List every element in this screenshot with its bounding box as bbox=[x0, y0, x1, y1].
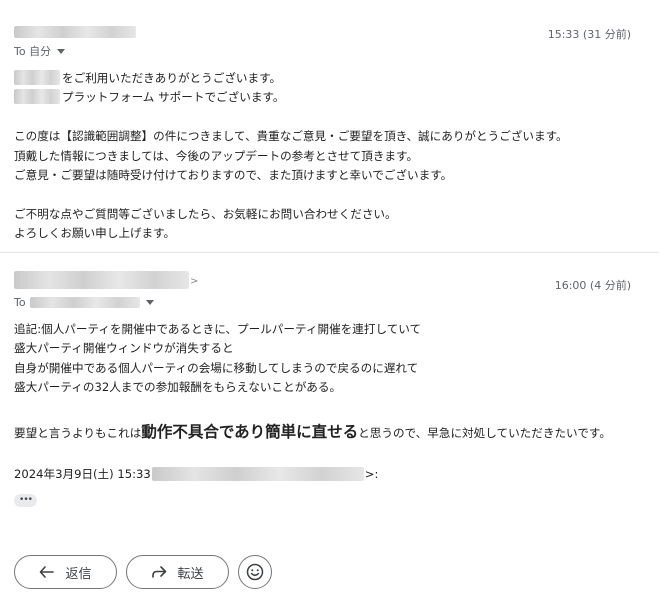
body-line: 頂戴した情報につきましては、今後のアップデートの参考とさせて頂きます。 bbox=[14, 148, 419, 163]
greeting-line: をご利用いただきありがとうございます。 bbox=[62, 71, 282, 85]
recipient-label: To bbox=[14, 296, 26, 309]
sender-email-arrow: > bbox=[190, 276, 199, 287]
redacted-text bbox=[14, 89, 60, 105]
quoted-suffix: >: bbox=[364, 467, 379, 481]
message-divider bbox=[0, 252, 659, 253]
message-1: 15:33 (31 分前) To 自分 をご利用いただきありがとうございます。 … bbox=[0, 0, 659, 252]
reply-button[interactable]: 返信 bbox=[14, 555, 117, 589]
body-line: ご不明な点やご質問等ございましたら、お気軽にお問い合わせください。 bbox=[14, 206, 397, 221]
message-1-body: をご利用いただきありがとうございます。 プラットフォーム サポートでございます。… bbox=[14, 69, 644, 244]
sender-name-redacted[interactable] bbox=[14, 271, 189, 289]
chevron-down-icon[interactable] bbox=[145, 300, 154, 305]
body-line: よろしくお願い申し上げます。 bbox=[14, 226, 176, 241]
recipient-toggle[interactable]: To bbox=[14, 296, 154, 309]
sender-name-redacted bbox=[14, 26, 136, 38]
quoted-sender-redacted bbox=[151, 467, 364, 481]
redacted-text bbox=[14, 70, 60, 85]
quoted-header: 2024年3月9日(土) 15:33 >: bbox=[14, 466, 378, 482]
recipient-redacted bbox=[29, 297, 140, 308]
emoji-icon bbox=[246, 563, 264, 581]
body-line: この度は【認識範囲調整】の件につきまして、貴重なご意見・ご要望を頂き、誠にありが… bbox=[14, 129, 568, 144]
emphasis-line: 要望と言うよりもこれは動作不具合であり簡単に直せると思うので、早急に対処していた… bbox=[14, 420, 611, 442]
body-line: 追記:個人パーティを開催中であるときに、プールパーティ開催を連打していて bbox=[14, 322, 422, 336]
chevron-down-icon[interactable] bbox=[57, 48, 66, 54]
message-2-time: 16:00 (4 分前) bbox=[554, 279, 631, 292]
body-line: 自身が開催中である個人パーティの会場に移動してしまうので戻るのに遅れて bbox=[14, 360, 419, 375]
message-1-time: 15:33 (31 分前) bbox=[547, 28, 631, 41]
emphasis-prefix: 要望と言うよりもこれは bbox=[14, 426, 142, 440]
body-line: 盛大パーティの32人までの参加報酬をもらえないことがある。 bbox=[14, 380, 342, 395]
quoted-date: 2024年3月9日(土) 15:33 bbox=[14, 467, 151, 481]
body-line: 盛大パーティ開催ウィンドウが消失すると bbox=[14, 341, 234, 356]
show-trimmed-content-button[interactable]: ••• bbox=[14, 494, 37, 507]
emphasis-big-text: 動作不具合であり簡単に直せる bbox=[141, 423, 359, 441]
greeting-line: プラットフォーム サポートでございます。 bbox=[62, 90, 285, 105]
email-thread: 15:33 (31 分前) To 自分 をご利用いただきありがとうございます。 … bbox=[0, 0, 659, 604]
message-2-body: 追記:個人パーティを開催中であるときに、プールパーティ開催を連打していて 盛大パ… bbox=[14, 320, 654, 398]
forward-label: 転送 bbox=[177, 566, 204, 582]
forward-icon bbox=[152, 566, 167, 578]
emphasis-suffix: と思うので、早急に対処していただきたいです。 bbox=[358, 426, 611, 440]
recipient-label: To 自分 bbox=[14, 45, 52, 58]
emoji-reaction-button[interactable] bbox=[238, 555, 272, 589]
reply-icon bbox=[40, 566, 55, 578]
body-line: ご意見・ご要望は随時受け付けておりますので、また頂けますと幸いでございます。 bbox=[14, 167, 453, 182]
action-bar: 返信 転送 bbox=[14, 555, 272, 589]
forward-button[interactable]: 転送 bbox=[126, 555, 229, 589]
recipient-toggle[interactable]: To 自分 bbox=[14, 43, 66, 59]
reply-label: 返信 bbox=[65, 566, 92, 582]
